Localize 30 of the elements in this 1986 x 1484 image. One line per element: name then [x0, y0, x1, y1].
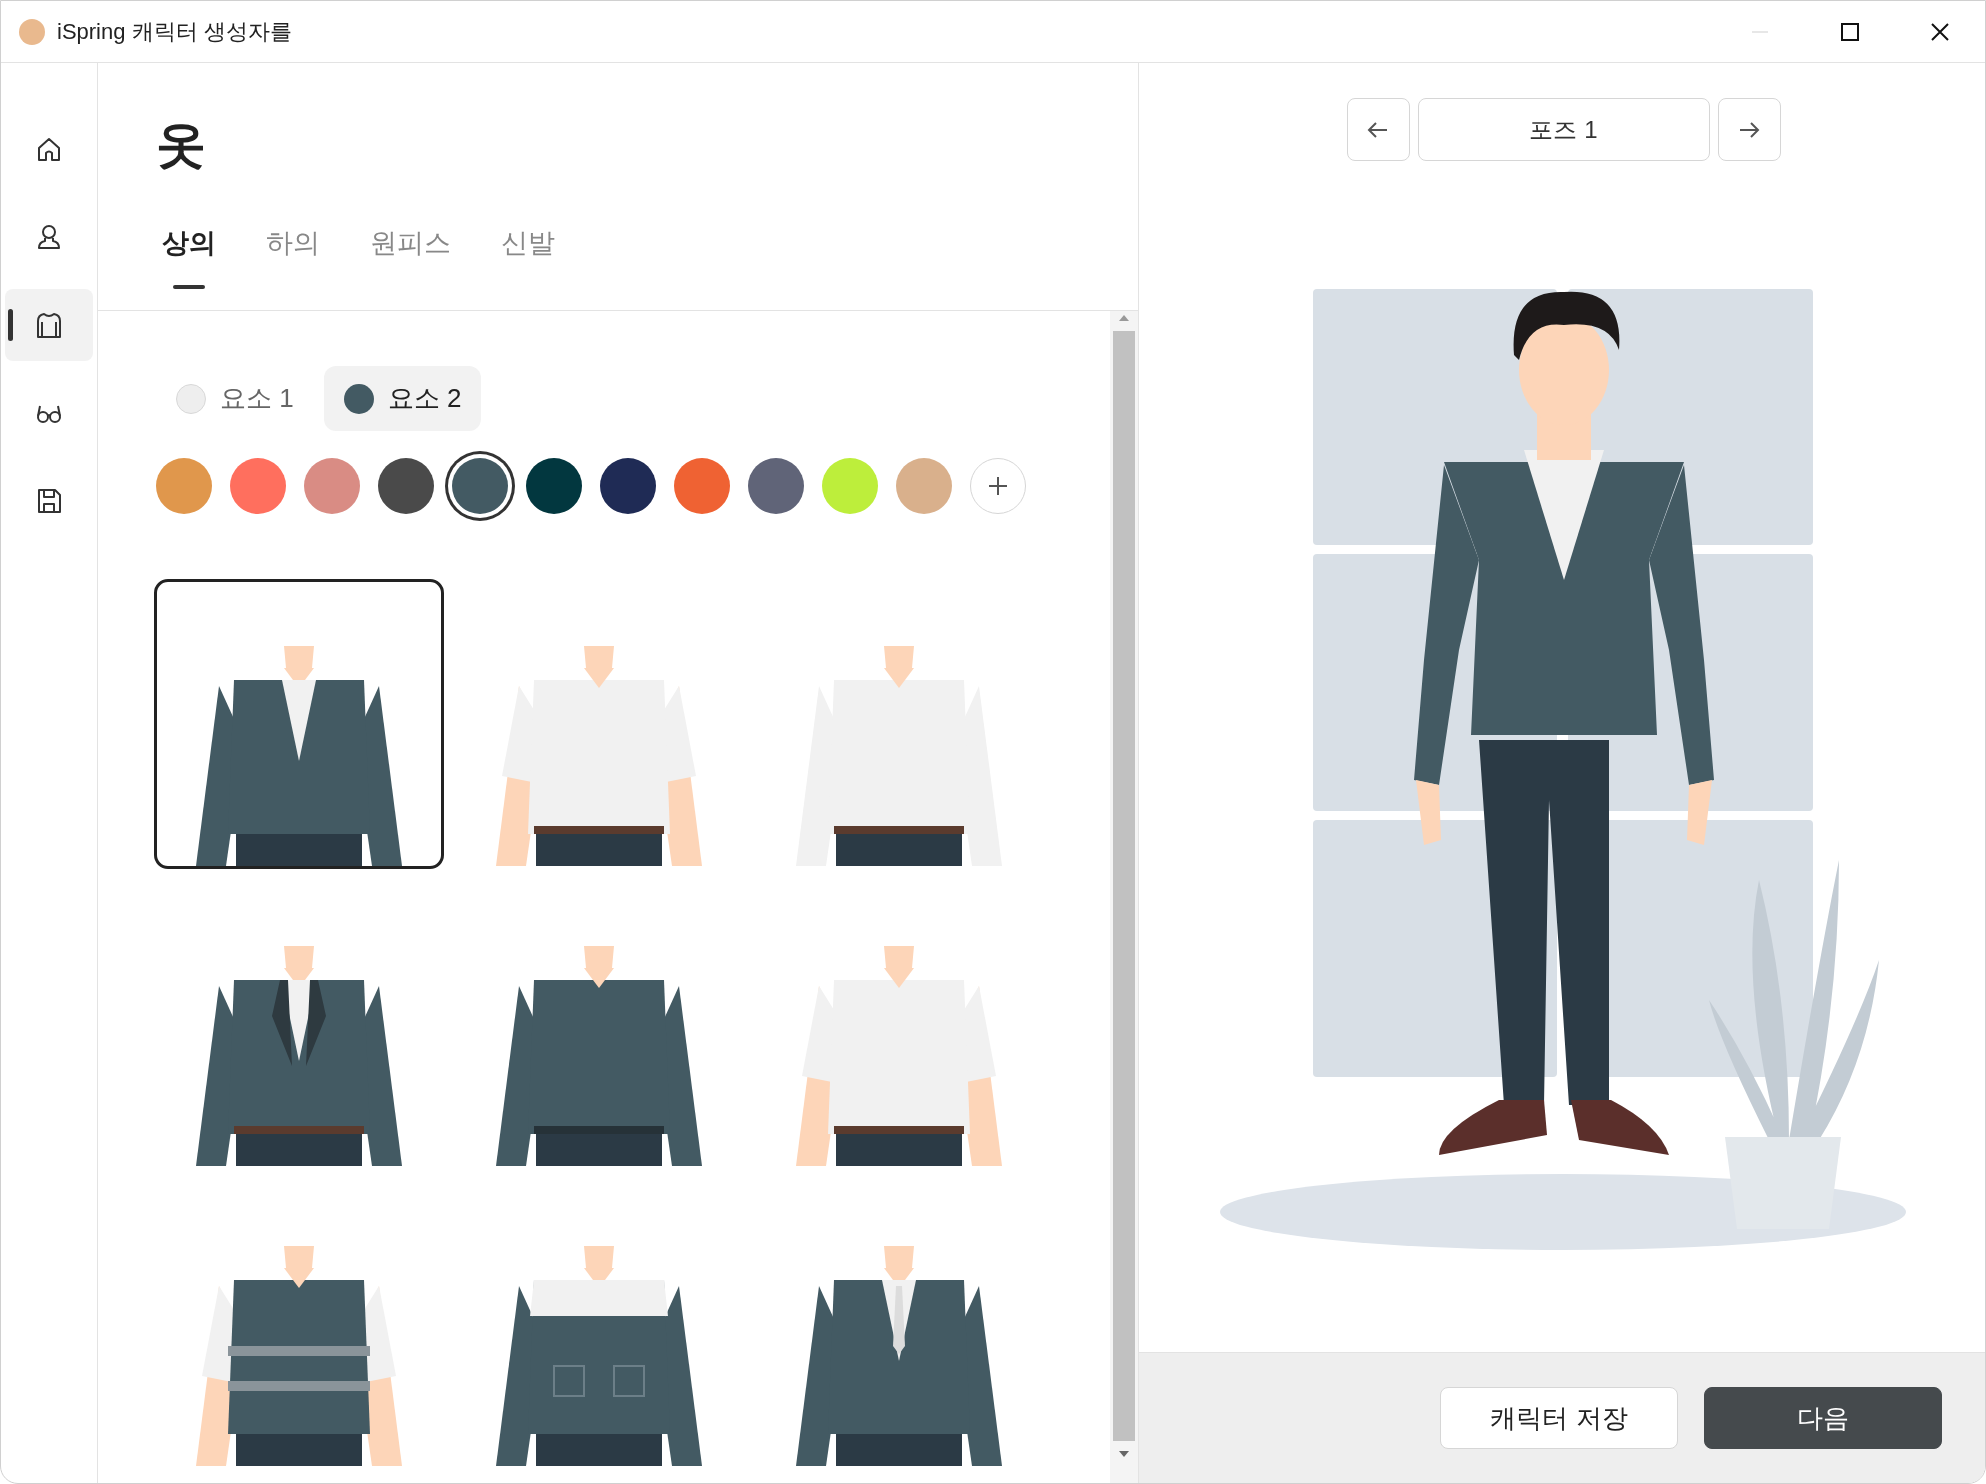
category-tab[interactable]: 신발	[495, 225, 561, 289]
color-swatch[interactable]	[526, 458, 582, 514]
page-title: 옷	[156, 116, 207, 173]
save-character-button[interactable]: 캐릭터 저장	[1440, 1387, 1678, 1449]
plus-icon	[986, 474, 1010, 498]
color-swatch[interactable]	[156, 458, 212, 514]
scrollbar-thumb[interactable]	[1113, 331, 1135, 1441]
scrollbar[interactable]	[1110, 311, 1138, 1483]
add-color-button[interactable]	[970, 458, 1026, 514]
element-option[interactable]: 요소 2	[323, 366, 482, 431]
shirt-icon	[34, 310, 64, 340]
color-swatch[interactable]	[230, 458, 286, 514]
element-option[interactable]: 요소 1	[156, 366, 314, 431]
color-swatch[interactable]	[748, 458, 804, 514]
next-button[interactable]: 다음	[1704, 1387, 1942, 1449]
active-indicator	[8, 309, 13, 341]
outfit-option[interactable]	[154, 579, 444, 869]
category-tab[interactable]: 하의	[260, 225, 326, 289]
category-tab[interactable]: 원피스	[364, 225, 457, 289]
color-swatch[interactable]	[896, 458, 952, 514]
pose-label: 포즈 1	[1417, 98, 1710, 161]
color-swatch[interactable]	[378, 458, 434, 514]
window-title: iSpring 캐릭터 생성자를	[57, 17, 293, 46]
sidebar-item[interactable]	[5, 289, 93, 361]
category-tab[interactable]: 상의	[156, 225, 222, 289]
color-swatch[interactable]	[600, 458, 656, 514]
app-icon	[19, 18, 45, 45]
color-swatch[interactable]	[304, 458, 360, 514]
color-swatch[interactable]	[674, 458, 730, 514]
color-swatch[interactable]	[822, 458, 878, 514]
